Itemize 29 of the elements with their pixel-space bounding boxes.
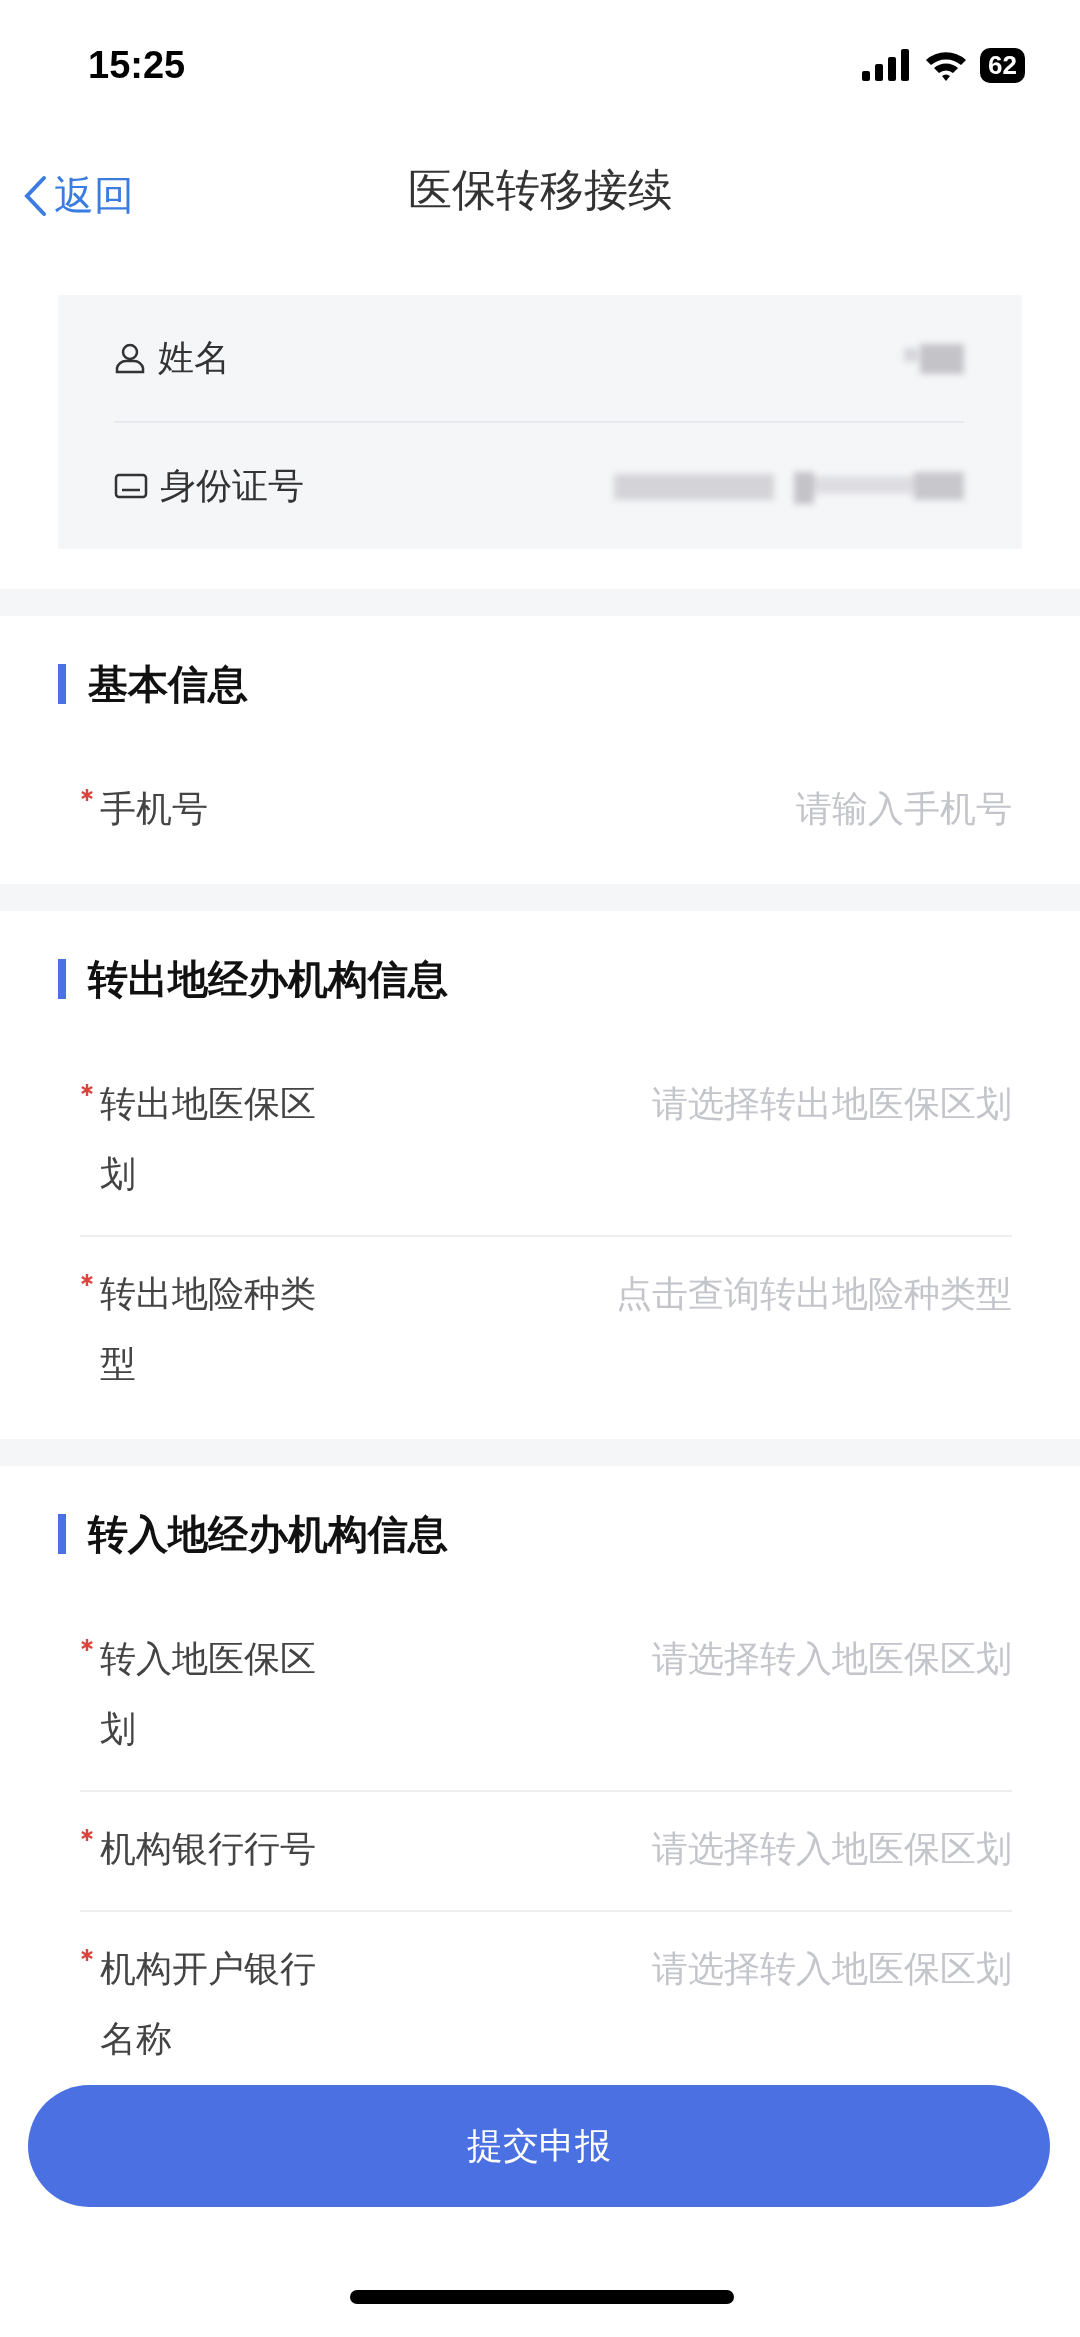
chevron-left-icon[interactable] [22,174,48,217]
field-label: 姓名 [158,335,230,380]
field-label: 转入地医保区划 [100,1637,317,1751]
wifi-icon [924,49,969,81]
section-title: 转入地经办机构信息 [88,1509,448,1559]
section-marker [58,959,66,999]
input-field[interactable]: 请选择转入地医保区划 [360,1814,1012,1884]
field-label: 机构银行行号 [100,1827,317,1871]
submit-button[interactable]: 提交申报 [28,2085,1050,2207]
input-field[interactable]: 请选择转入地医保区划 [360,1624,1012,1694]
field-label: 转出地险种类型 [100,1272,317,1386]
back-link[interactable]: 返回 [22,168,134,223]
field-label: 手机号 [100,787,209,831]
input-field[interactable]: 点击查询转出地险种类型 [360,1259,1012,1329]
input-field[interactable]: 请输入手机号 [360,774,1012,844]
status-time: 15:25 [88,43,186,87]
section-marker [58,664,66,704]
battery-level: 62 [980,47,1025,83]
field-label: 机构开户银行名称 [100,1947,317,2061]
id-card-icon [114,472,148,500]
field-label: 身份证号 [160,463,304,508]
input-field[interactable]: 请选择转入地医保区划 [360,1934,1012,2004]
page-title: 医保转移接续 [408,162,672,217]
field-label: 转出地医保区划 [100,1082,317,1196]
section-title: 转出地经办机构信息 [88,954,448,1004]
section-title: 基本信息 [88,659,248,709]
person-icon [114,342,146,374]
input-field[interactable]: 请选择转出地医保区划 [360,1069,1012,1139]
section-marker [58,1514,66,1554]
